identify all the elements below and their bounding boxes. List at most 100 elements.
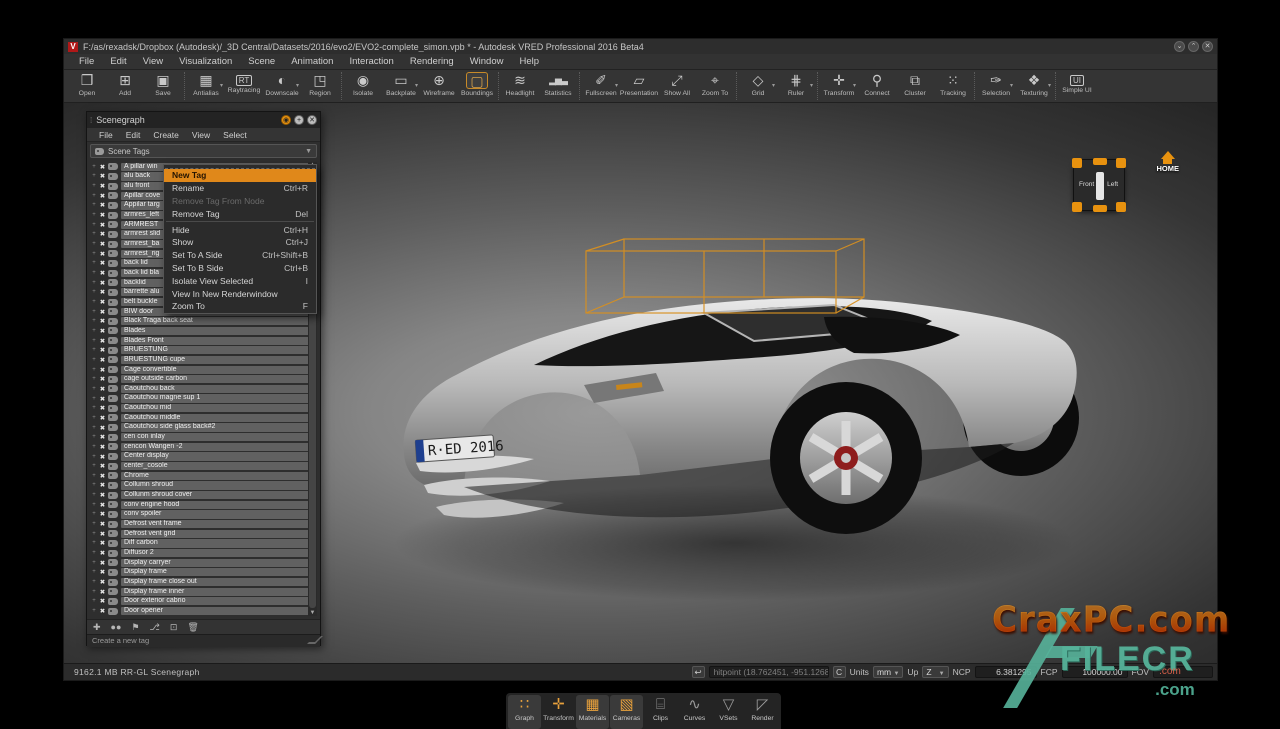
tool-texturing[interactable]: ❖▾Texturing xyxy=(1015,70,1053,102)
tree-node-label[interactable]: Defrost vent frame xyxy=(121,520,309,528)
cube-face-front[interactable]: Front xyxy=(1079,181,1094,188)
dock-graph[interactable]: ∷Graph xyxy=(508,695,541,729)
tool-isolate[interactable]: ◉Isolate xyxy=(344,70,382,102)
visibility-icon[interactable]: ✖ xyxy=(98,414,107,422)
expand-icon[interactable]: + xyxy=(90,598,98,604)
expand-icon[interactable]: + xyxy=(90,376,98,382)
tree-node-label[interactable]: Chrome xyxy=(121,472,309,480)
expand-icon[interactable]: + xyxy=(90,463,98,469)
tree-row[interactable]: +✖Diffusor 2 xyxy=(90,548,309,558)
title-bar[interactable]: V F:/as/rexadsk/Dropbox (Autodesk)/_3D C… xyxy=(64,39,1217,54)
visibility-icon[interactable]: ✖ xyxy=(98,269,107,277)
expand-icon[interactable]: + xyxy=(90,318,98,324)
visibility-icon[interactable]: ✖ xyxy=(98,327,107,335)
context-item-set-to-a-side[interactable]: Set To A SideCtrl+Shift+B xyxy=(164,249,316,262)
c-button[interactable]: C xyxy=(833,666,846,678)
tool-selection[interactable]: ✑▾Selection xyxy=(977,70,1015,102)
expand-icon[interactable]: + xyxy=(90,415,98,421)
visibility-icon[interactable]: ✖ xyxy=(98,424,107,432)
minimize-button[interactable]: ⌄ xyxy=(1174,41,1185,52)
visibility-icon[interactable]: ✖ xyxy=(98,375,107,383)
tool-simple-ui[interactable]: UISimple UI xyxy=(1058,70,1096,102)
expand-icon[interactable]: + xyxy=(90,569,98,575)
expand-icon[interactable]: + xyxy=(90,164,98,170)
tree-row[interactable]: +✖Caoutchou middle xyxy=(90,413,309,423)
context-item-zoom-to[interactable]: Zoom ToF xyxy=(164,300,316,313)
tool-save[interactable]: ▣Save xyxy=(144,70,182,102)
tree-node-label[interactable]: Collumn shroud xyxy=(121,481,309,489)
tree-node-label[interactable]: Black Traga back seat xyxy=(121,317,309,325)
expand-icon[interactable]: + xyxy=(90,289,98,295)
visibility-icon[interactable]: ✖ xyxy=(98,356,107,364)
expand-icon[interactable]: + xyxy=(90,280,98,286)
navigation-cube[interactable]: Front Left xyxy=(1073,159,1125,211)
delete-tag-icon[interactable]: 🗑 xyxy=(187,621,198,634)
expand-icon[interactable]: + xyxy=(90,386,98,392)
tag-selection-icon[interactable]: ⊡ xyxy=(170,621,178,634)
visibility-icon[interactable]: ✖ xyxy=(98,279,107,287)
tool-connect[interactable]: ⚲Connect xyxy=(858,70,896,102)
tree-row[interactable]: +✖conv spoiler xyxy=(90,510,309,520)
cube-corner[interactable] xyxy=(1072,202,1082,212)
tree-row[interactable]: +✖Caoutchou magne sup 1 xyxy=(90,394,309,404)
visibility-icon[interactable]: ✖ xyxy=(98,192,107,200)
panel-close-button[interactable]: ✕ xyxy=(307,115,317,125)
tree-node-label[interactable]: Blades Front xyxy=(121,337,309,345)
home-button[interactable]: HOME xyxy=(1157,151,1180,173)
context-item-isolate-view-selected[interactable]: Isolate View SelectedI xyxy=(164,274,316,287)
tree-row[interactable]: +✖cen con inlay xyxy=(90,432,309,442)
tree-row[interactable]: +✖Collumn shroud xyxy=(90,481,309,491)
pin-button[interactable]: ◉ xyxy=(281,115,291,125)
tree-node-label[interactable]: Door exterior cabrio xyxy=(121,597,309,605)
tree-node-label[interactable]: BRUESTUNG cupe xyxy=(121,356,309,364)
cube-center[interactable] xyxy=(1096,172,1104,200)
visibility-icon[interactable]: ✖ xyxy=(98,607,107,615)
expand-icon[interactable]: + xyxy=(90,589,98,595)
tree-row[interactable]: +✖Collunm shroud cover xyxy=(90,490,309,500)
visibility-icon[interactable]: ✖ xyxy=(98,240,107,248)
tree-node-label[interactable]: Cage convertible xyxy=(121,366,309,374)
tree-row[interactable]: +✖Chrome xyxy=(90,471,309,481)
visibility-icon[interactable]: ✖ xyxy=(98,201,107,209)
tool-add[interactable]: ⊞Add xyxy=(106,70,144,102)
tree-row[interactable]: +✖Caoutchou back xyxy=(90,384,309,394)
tree-node-label[interactable]: Caoutchou side glass back#2 xyxy=(121,423,309,431)
tree-row[interactable]: +✖ Door exterior cabrio xyxy=(90,597,309,607)
dock-render[interactable]: ◸Render xyxy=(746,695,779,729)
context-item-remove-tag[interactable]: Remove TagDel xyxy=(164,207,316,220)
tree-node-label[interactable]: cencon Wangen -2 xyxy=(121,443,309,451)
visibility-icon[interactable]: ✖ xyxy=(98,549,107,557)
visibility-icon[interactable]: ✖ xyxy=(98,597,107,605)
new-tag-input[interactable]: Create a new tag xyxy=(87,634,320,647)
close-button[interactable]: ✕ xyxy=(1202,41,1213,52)
tree-node-label[interactable]: Defrost vent grid xyxy=(121,530,309,538)
menu-view[interactable]: View xyxy=(136,54,170,69)
tree-row[interactable]: +✖Display frame close out xyxy=(90,577,309,587)
tree-row[interactable]: +✖Center display xyxy=(90,452,309,462)
context-item-remove-tag-from-node[interactable]: Remove Tag From Node xyxy=(164,195,316,208)
context-item-new-tag[interactable]: New Tag xyxy=(164,169,316,182)
dock-clips[interactable]: ⌸Clips xyxy=(644,695,677,729)
expand-icon[interactable]: + xyxy=(90,183,98,189)
tool-raytracing[interactable]: RTRaytracing xyxy=(225,70,263,102)
cube-edge[interactable] xyxy=(1093,158,1107,165)
visibility-icon[interactable]: ✖ xyxy=(98,588,107,596)
tree-row[interactable]: +✖BRUESTUNG cupe xyxy=(90,355,309,365)
expand-icon[interactable]: + xyxy=(90,396,98,402)
toggle-tags-icon[interactable]: ●● xyxy=(111,621,122,634)
expand-icon[interactable]: + xyxy=(90,347,98,353)
tree-row[interactable]: +✖Defrost vent grid xyxy=(90,529,309,539)
visibility-icon[interactable]: ✖ xyxy=(98,221,107,229)
tag-hierarchy-icon[interactable]: ⎇ xyxy=(150,621,160,634)
tree-row[interactable]: +✖Door opener xyxy=(90,606,309,616)
expand-icon[interactable]: + xyxy=(90,212,98,218)
menu-visualization[interactable]: Visualization xyxy=(172,54,239,69)
tree-row[interactable]: +✖Display carryer xyxy=(90,558,309,568)
visibility-icon[interactable]: ✖ xyxy=(98,443,107,451)
dock-materials[interactable]: ▦Materials xyxy=(576,695,609,729)
menu-scene[interactable]: Scene xyxy=(241,54,282,69)
expand-icon[interactable]: + xyxy=(90,560,98,566)
expand-icon[interactable]: + xyxy=(90,367,98,373)
tree-node-label[interactable]: Display carryer xyxy=(121,559,309,567)
panel-menu-select[interactable]: Select xyxy=(217,130,253,140)
